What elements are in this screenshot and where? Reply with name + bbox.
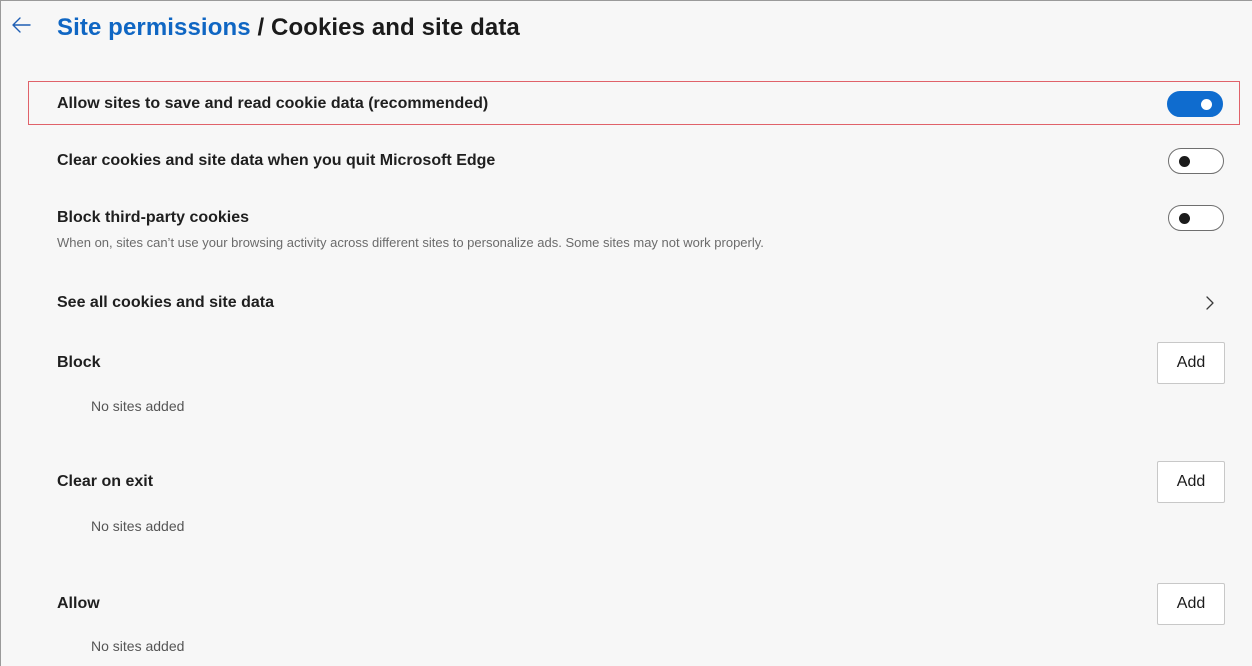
clear-on-exit-empty-text: No sites added bbox=[91, 518, 185, 534]
page-title: Site permissions / Cookies and site data bbox=[57, 14, 520, 42]
setting-allow-cookies: Allow sites to save and read cookie data… bbox=[57, 91, 1224, 117]
breadcrumb-site-permissions[interactable]: Site permissions bbox=[57, 14, 251, 41]
setting-clear-on-quit-label: Clear cookies and site data when you qui… bbox=[57, 152, 496, 169]
setting-block-third-party-label: Block third-party cookies bbox=[57, 209, 250, 226]
allow-section: Allow Add bbox=[57, 583, 1225, 625]
toggle-knob bbox=[1201, 99, 1212, 110]
clear-on-exit-section-title: Clear on exit bbox=[57, 473, 154, 490]
block-section: Block Add bbox=[57, 342, 1225, 384]
allow-cookies-toggle[interactable] bbox=[1167, 91, 1223, 117]
allow-section-title: Allow bbox=[57, 595, 100, 612]
block-empty-text: No sites added bbox=[91, 398, 185, 414]
see-all-cookies-label: See all cookies and site data bbox=[57, 294, 274, 311]
block-section-title: Block bbox=[57, 354, 101, 371]
clear-on-exit-section: Clear on exit Add bbox=[57, 461, 1225, 503]
toggle-knob bbox=[1179, 213, 1190, 224]
block-third-party-toggle[interactable] bbox=[1168, 205, 1224, 231]
setting-block-third-party-description: When on, sites can’t use your browsing a… bbox=[57, 235, 764, 250]
allow-empty-text: No sites added bbox=[91, 638, 185, 654]
setting-clear-on-quit: Clear cookies and site data when you qui… bbox=[57, 148, 1224, 174]
allow-add-button[interactable]: Add bbox=[1157, 583, 1225, 625]
chevron-right-icon bbox=[1206, 296, 1214, 310]
block-add-button[interactable]: Add bbox=[1157, 342, 1225, 384]
back-arrow-icon[interactable] bbox=[10, 13, 34, 37]
breadcrumb-separator: / bbox=[257, 14, 265, 41]
see-all-cookies-link[interactable]: See all cookies and site data bbox=[57, 291, 1224, 315]
page-header: Site permissions / Cookies and site data bbox=[1, 1, 1252, 59]
breadcrumb-current: Cookies and site data bbox=[271, 14, 520, 41]
setting-allow-cookies-label: Allow sites to save and read cookie data… bbox=[57, 95, 489, 112]
clear-on-exit-add-button[interactable]: Add bbox=[1157, 461, 1225, 503]
clear-on-quit-toggle[interactable] bbox=[1168, 148, 1224, 174]
toggle-knob bbox=[1179, 156, 1190, 167]
setting-block-third-party: Block third-party cookies When on, sites… bbox=[57, 205, 1224, 261]
